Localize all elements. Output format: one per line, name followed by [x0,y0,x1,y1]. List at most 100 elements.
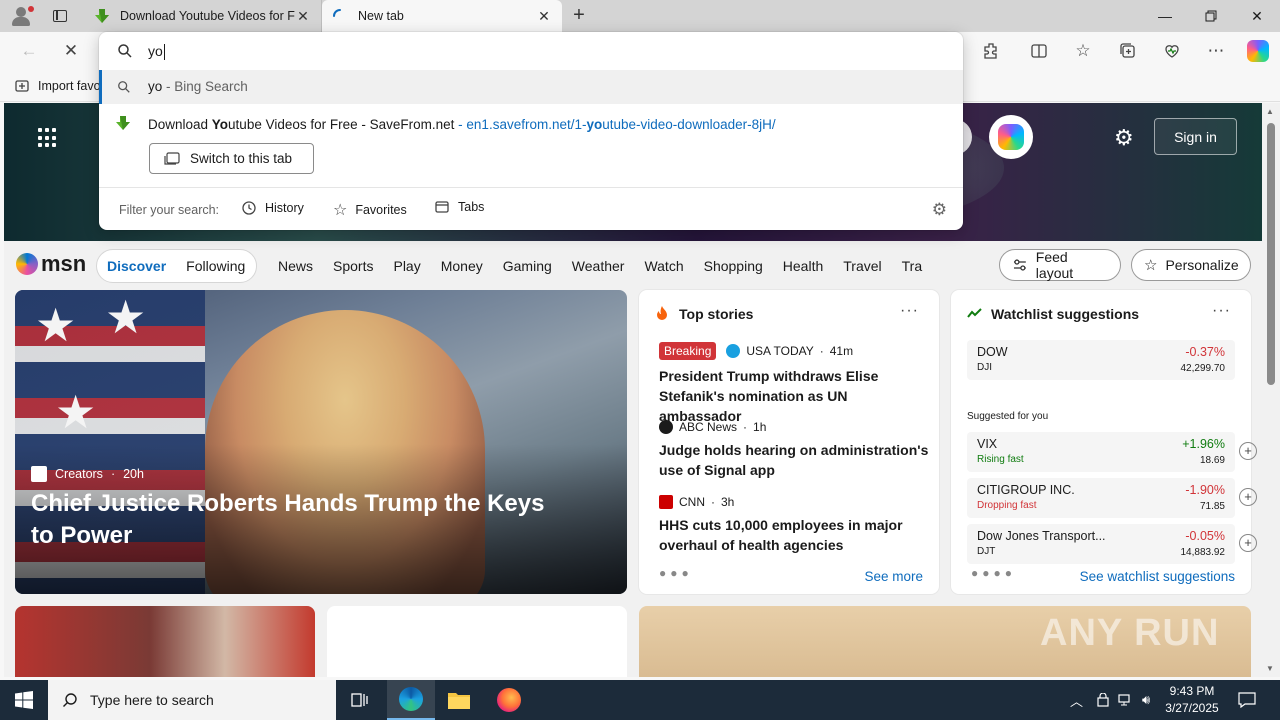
page-scrollbar[interactable]: ▲ ▼ [1262,103,1280,677]
copilot-button[interactable] [989,115,1033,159]
favorites-star-icon[interactable]: ☆ [1068,37,1098,65]
edge-taskbar-icon[interactable] [387,680,435,720]
see-watchlist-link[interactable]: See watchlist suggestions [1080,569,1235,584]
article-card[interactable] [327,606,627,677]
personalize-label: Personalize [1165,257,1239,273]
switch-to-tab-button[interactable]: Switch to this tab [149,143,314,174]
carousel-dots[interactable]: ●●●● [971,566,1016,580]
minimize-icon[interactable]: — [1142,0,1188,32]
show-hidden-icons[interactable]: ︿ [1070,680,1083,720]
more-options-icon[interactable]: ··· [900,302,919,320]
stop-loading-icon[interactable]: ✕ [56,37,86,65]
file-explorer-icon[interactable] [435,680,483,720]
split-screen-icon[interactable] [1024,37,1054,65]
nav-health[interactable]: Health [773,258,833,274]
close-tab-icon[interactable]: ✕ [536,8,552,25]
tab-switch-icon [164,151,180,165]
task-view-icon[interactable] [336,680,384,720]
nav-traffic[interactable]: Tra [892,258,932,274]
add-to-watchlist-icon[interactable]: + [1239,534,1257,552]
personalize-button[interactable]: ☆ Personalize [1131,249,1251,281]
see-more-link[interactable]: See more [864,569,923,584]
security-tray-icon[interactable] [1096,680,1110,720]
nav-shopping[interactable]: Shopping [694,258,773,274]
tab-following[interactable]: Following [176,258,255,274]
more-options-icon[interactable]: ⋯ [1201,37,1231,65]
nav-watch[interactable]: Watch [634,258,693,274]
filter-favorites-button[interactable]: ☆ Favorites [333,200,407,220]
story-source: ABC News [679,420,738,434]
download-arrow-icon [115,115,131,134]
back-arrow-icon[interactable]: ← [14,37,44,65]
import-favorites-button[interactable]: Import favo [14,78,101,94]
nav-play[interactable]: Play [383,258,430,274]
story-source: CNN [679,495,705,509]
volume-icon[interactable]: 🔊︎ [1142,680,1150,720]
close-tab-icon[interactable]: ✕ [295,8,311,25]
feed-segment-control: Discover Following [96,249,257,283]
source-name: Creators [55,467,103,481]
story-age: 3h [721,495,735,509]
page-settings-gear-icon[interactable]: ⚙ [1114,125,1134,151]
network-icon[interactable] [1118,680,1134,720]
close-window-icon[interactable]: ✕ [1234,0,1280,32]
taskbar-clock[interactable]: 9:43 PM 3/27/2025 [1156,683,1228,717]
tab-new-tab[interactable]: New tab ✕ [322,0,562,32]
filter-history-button[interactable]: History [241,200,304,216]
carousel-dots[interactable]: ●●● [659,566,693,580]
app-launcher-icon[interactable] [38,128,58,148]
stock-value: 42,299.70 [1180,363,1226,374]
breaking-badge: Breaking [659,342,717,360]
nav-news[interactable]: News [268,258,323,274]
stock-row[interactable]: CITIGROUP INC. Dropping fast -1.90% 71.8… [967,478,1257,518]
stock-name: VIX [977,437,998,451]
stock-row[interactable]: Dow Jones Transport... DJT -0.05% 14,883… [967,524,1257,564]
scrollbar-thumb[interactable] [1267,123,1275,385]
taskbar-search-box[interactable]: Type here to search [48,680,336,720]
nav-travel[interactable]: Travel [833,258,891,274]
more-options-icon[interactable]: ··· [1212,302,1231,320]
stock-row[interactable]: VIX Rising fast +1.96% 18.69 + [967,432,1257,472]
address-bar-input[interactable]: yo [99,32,963,70]
nav-sports[interactable]: Sports [323,258,383,274]
msn-logo-text: msn [41,251,87,276]
open-tab-suggestion[interactable]: Download Youtube Videos for Free - SaveF… [99,104,963,144]
story-item[interactable]: CNN · 3h HHS cuts 10,000 employees in ma… [659,495,929,555]
search-icon [117,43,133,62]
collections-icon[interactable] [1113,37,1143,65]
story-item[interactable]: Breaking USA TODAY · 41m President Trump… [659,342,929,426]
search-settings-gear-icon[interactable]: ⚙ [932,200,947,220]
sign-in-button[interactable]: Sign in [1154,118,1237,155]
nav-weather[interactable]: Weather [562,258,635,274]
msn-logo[interactable]: msn [16,251,86,277]
stock-row[interactable]: DOW DJI -0.37% 42,299.70 [967,340,1235,380]
add-to-watchlist-icon[interactable]: + [1239,442,1257,460]
tab-actions-button[interactable] [46,6,74,26]
hero-headline[interactable]: Chief Justice Roberts Hands Trump the Ke… [31,488,571,552]
suggestion-url-post: utube-video-downloader-8jH/ [602,117,776,132]
nav-gaming[interactable]: Gaming [493,258,562,274]
browser-essentials-icon[interactable] [1157,37,1187,65]
story-item[interactable]: ABC News · 1h Judge holds hearing on adm… [659,420,929,480]
flag-star: ★ [35,299,77,351]
flag-star: ★ [55,386,97,438]
hero-article-card[interactable]: ★ ★ ★ Creators · 20h Chief Justice Rober… [15,290,627,594]
add-to-watchlist-icon[interactable]: + [1239,488,1257,506]
firefox-icon[interactable] [485,680,533,720]
profile-icon[interactable] [8,4,34,28]
tab-discover[interactable]: Discover [97,258,176,274]
filter-tabs-button[interactable]: Tabs [434,200,484,214]
new-tab-plus-icon[interactable]: + [566,4,592,28]
article-card[interactable] [15,606,315,677]
flag-star: ★ [105,291,147,343]
feed-layout-button[interactable]: Feed layout [999,249,1121,281]
tab-savefrom[interactable]: Download Youtube Videos for Free ✕ [84,0,322,32]
nav-money[interactable]: Money [431,258,493,274]
restore-icon[interactable] [1188,0,1234,32]
extensions-icon[interactable] [976,37,1006,65]
stock-change: +1.96% [1182,437,1225,451]
copilot-icon[interactable] [1243,37,1273,65]
start-button[interactable] [0,680,48,720]
search-suggestion[interactable]: yo - Bing Search [99,70,963,104]
notifications-icon[interactable] [1238,680,1256,720]
